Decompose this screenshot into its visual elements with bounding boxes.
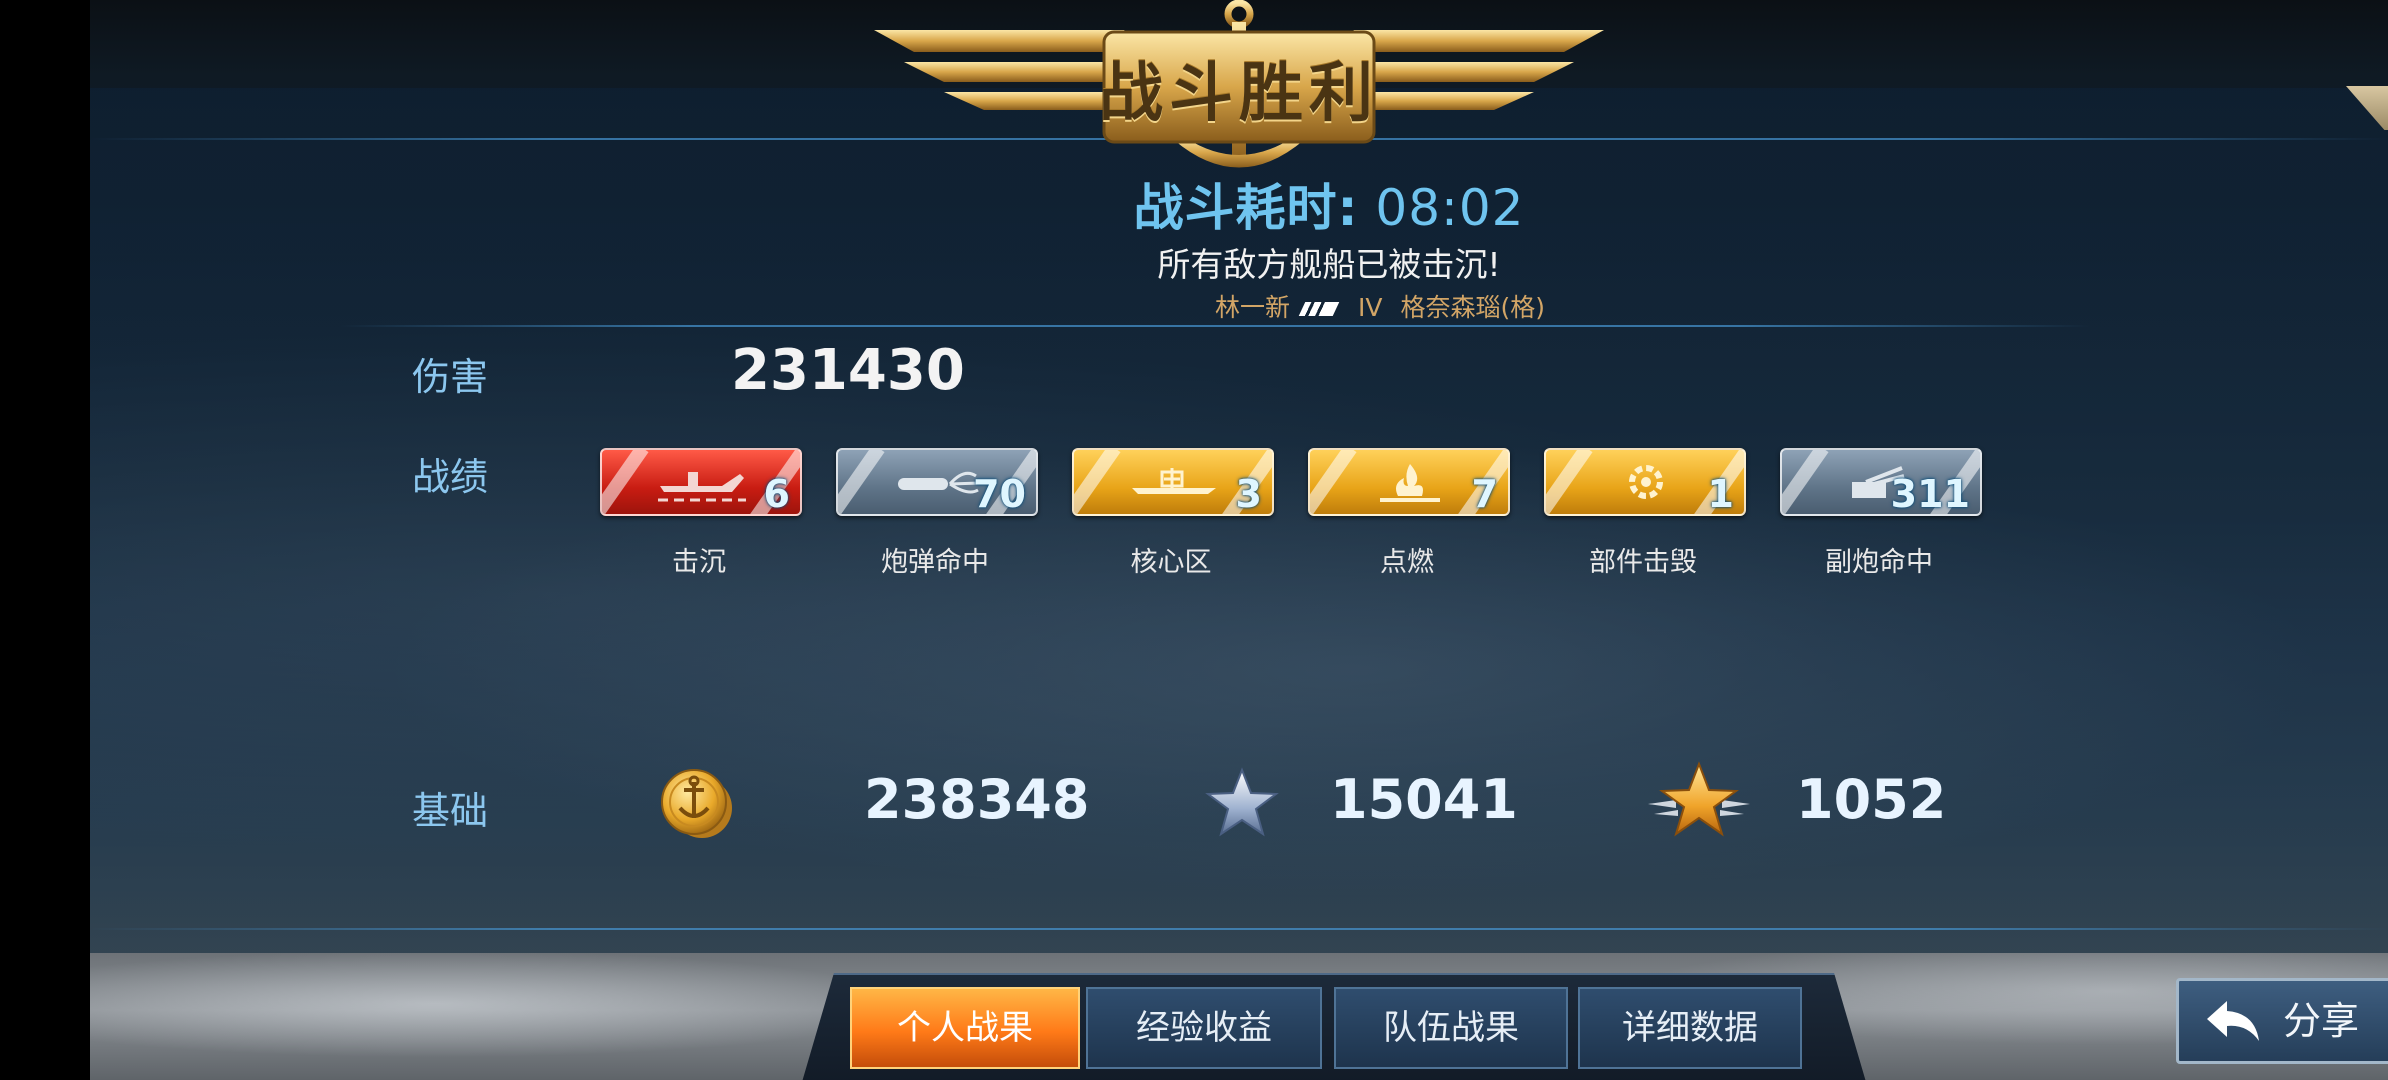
silver-star-icon xyxy=(1205,767,1279,837)
module-destroyed-icon xyxy=(1629,465,1663,499)
battle-duration-value: 08:02 xyxy=(1375,179,1525,237)
victory-emblem: 战斗胜利 xyxy=(874,0,1604,185)
experience-value: 15041 xyxy=(1330,768,1518,831)
sunk-caption: 击沉 xyxy=(672,547,726,578)
citadel-icon xyxy=(1132,468,1216,494)
commander-xp-value: 1052 xyxy=(1796,768,1947,831)
player-ship-info: 林一新 IV 格奈森瑙(格) xyxy=(1215,288,1545,324)
battle-result-screen: 战斗胜利 ✕ 战斗耗时: 08:02 所有敌方舰船已被击沉! 林一新IV格奈森瑙… xyxy=(90,0,2388,1080)
ship-name: 格奈森瑙(格) xyxy=(1400,293,1546,322)
secondary-hit-count: 311 xyxy=(1890,472,1970,516)
citadel-caption: 核心区 xyxy=(1130,547,1212,578)
damage-value: 231430 xyxy=(731,338,965,403)
share-button[interactable]: 分享 xyxy=(2176,978,2388,1064)
battle-duration-label: 战斗耗时: xyxy=(1133,179,1359,237)
tab-team-results[interactable]: 队伍战果 xyxy=(1334,987,1568,1069)
result-tabs: 个人战果 经验收益 队伍战果 详细数据 xyxy=(802,973,1866,1080)
sunk-ship-icon xyxy=(658,472,746,502)
fire-count: 7 xyxy=(1471,472,1498,516)
credits-value: 238348 xyxy=(864,768,1090,831)
battle-duration: 战斗耗时: 08:02 xyxy=(90,168,2388,240)
rank-chevron-icon xyxy=(1298,302,1340,316)
share-arrow-icon xyxy=(2207,1001,2259,1041)
sunk-badge[interactable]: 6 xyxy=(600,448,802,516)
sunk-count: 6 xyxy=(763,472,790,516)
panel-divider-bottom xyxy=(90,928,2388,930)
ship-tier: IV xyxy=(1358,293,1383,322)
shell-hit-count: 70 xyxy=(973,472,1026,516)
module-destroyed-badge[interactable]: 1 xyxy=(1544,448,1746,516)
player-name: 林一新 xyxy=(1215,293,1291,322)
secondary-hit-caption: 副炮命中 xyxy=(1825,547,1933,578)
secondary-hit-badge[interactable]: 311 xyxy=(1780,448,1982,516)
fire-icon xyxy=(1380,464,1440,502)
citadel-badge[interactable]: 3 xyxy=(1072,448,1274,516)
fire-caption: 点燃 xyxy=(1380,547,1434,578)
result-message: 所有敌方舰船已被击沉! xyxy=(1157,245,1501,284)
record-label: 战绩 xyxy=(412,455,489,499)
victory-title: 战斗胜利 xyxy=(1099,57,1379,131)
share-label: 分享 xyxy=(2283,999,2360,1043)
citadel-count: 3 xyxy=(1235,472,1262,516)
tab-personal-results[interactable]: 个人战果 xyxy=(850,987,1080,1069)
gold-star-icon xyxy=(1648,761,1750,837)
module-destroyed-count: 1 xyxy=(1707,472,1734,516)
tab-experience-gains[interactable]: 经验收益 xyxy=(1086,987,1322,1069)
shell-hit-badge[interactable]: 70 xyxy=(836,448,1038,516)
gold-coin-icon xyxy=(661,769,732,838)
base-label: 基础 xyxy=(412,789,489,833)
damage-label: 伤害 xyxy=(412,355,489,399)
tab-detailed-data[interactable]: 详细数据 xyxy=(1578,987,1802,1069)
fire-badge[interactable]: 7 xyxy=(1308,448,1510,516)
header-divider-bottom xyxy=(340,325,2090,327)
module-destroyed-caption: 部件击毁 xyxy=(1589,547,1697,578)
shell-hit-caption: 炮弹命中 xyxy=(881,547,989,578)
